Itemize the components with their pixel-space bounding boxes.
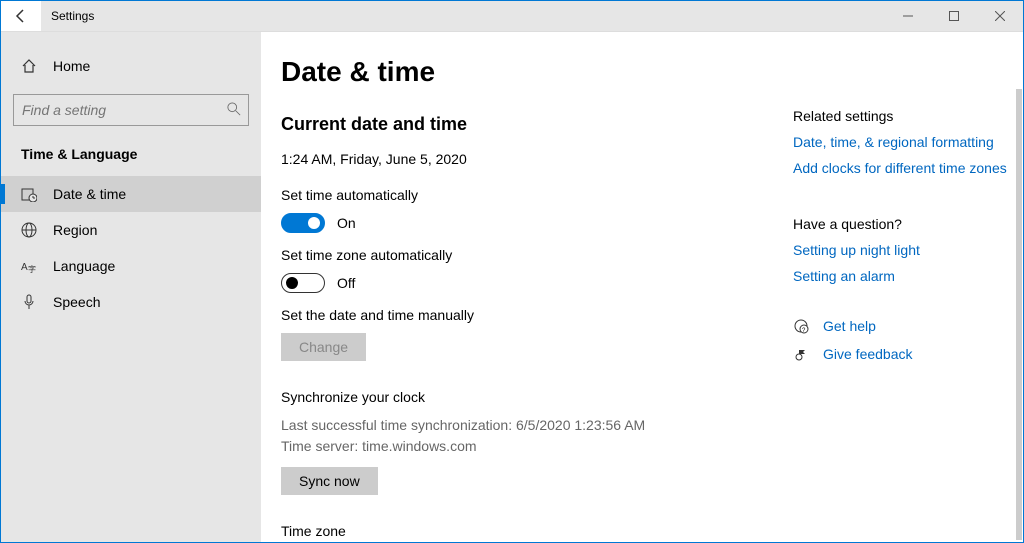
manual-label: Set the date and time manually [281,307,753,323]
sidebar-item-label: Date & time [53,186,126,202]
sidebar-item-date-time[interactable]: Date & time [1,176,261,212]
titlebar: Settings [1,1,1023,32]
sync-last: Last successful time synchronization: 6/… [281,415,753,436]
minimize-icon [903,11,913,21]
sidebar-item-label: Language [53,258,115,274]
link-night-light[interactable]: Setting up night light [793,242,1013,258]
sync-now-button[interactable]: Sync now [281,467,378,495]
language-icon: A字 [21,258,37,274]
minimize-button[interactable] [885,1,931,31]
back-button[interactable] [1,1,41,31]
current-datetime: 1:24 AM, Friday, June 5, 2020 [281,151,753,167]
home-label: Home [53,58,90,74]
tz-label: Time zone [281,523,753,539]
auto-time-label: Set time automatically [281,187,753,203]
maximize-button[interactable] [931,1,977,31]
sidebar-item-region[interactable]: Region [1,212,261,248]
related-heading: Related settings [793,108,1013,124]
close-icon [995,11,1005,21]
svg-text:A: A [21,262,28,273]
auto-time-state: On [337,215,356,231]
question-heading: Have a question? [793,216,1013,232]
get-help-link[interactable]: Get help [823,318,876,334]
link-regional-formatting[interactable]: Date, time, & regional formatting [793,134,1013,150]
link-add-clocks[interactable]: Add clocks for different time zones [793,160,1013,176]
right-column: Related settings Date, time, & regional … [793,32,1023,542]
feedback-icon [793,346,809,362]
sidebar-item-language[interactable]: A字 Language [1,248,261,284]
section-heading: Current date and time [281,114,753,135]
sidebar-item-label: Speech [53,294,100,310]
arrow-left-icon [13,8,29,24]
close-button[interactable] [977,1,1023,31]
maximize-icon [949,11,959,21]
auto-tz-state: Off [337,275,355,291]
search-icon [227,102,241,116]
settings-window: Settings Home Time & Language Date & tim… [0,0,1024,543]
help-icon: ? [793,318,809,334]
search-input[interactable] [13,94,249,126]
window-title: Settings [41,9,885,23]
change-button: Change [281,333,366,361]
window-controls [885,1,1023,31]
give-feedback-link[interactable]: Give feedback [823,346,913,362]
auto-tz-toggle[interactable] [281,273,325,293]
home-link[interactable]: Home [1,52,261,94]
sync-heading: Synchronize your clock [281,389,753,405]
sidebar-item-label: Region [53,222,97,238]
sidebar: Home Time & Language Date & time Region … [1,32,261,542]
globe-icon [21,222,37,238]
page-title: Date & time [281,56,753,88]
auto-tz-label: Set time zone automatically [281,247,753,263]
home-icon [21,58,37,74]
content-area: Date & time Current date and time 1:24 A… [261,32,793,542]
sidebar-item-speech[interactable]: Speech [1,284,261,320]
microphone-icon [21,294,37,310]
sync-server: Time server: time.windows.com [281,436,753,457]
svg-text:字: 字 [28,264,36,274]
auto-time-toggle[interactable] [281,213,325,233]
category-heading: Time & Language [1,146,261,176]
calendar-clock-icon [21,186,37,202]
scrollbar[interactable] [1016,89,1022,540]
link-alarm[interactable]: Setting an alarm [793,268,1013,284]
